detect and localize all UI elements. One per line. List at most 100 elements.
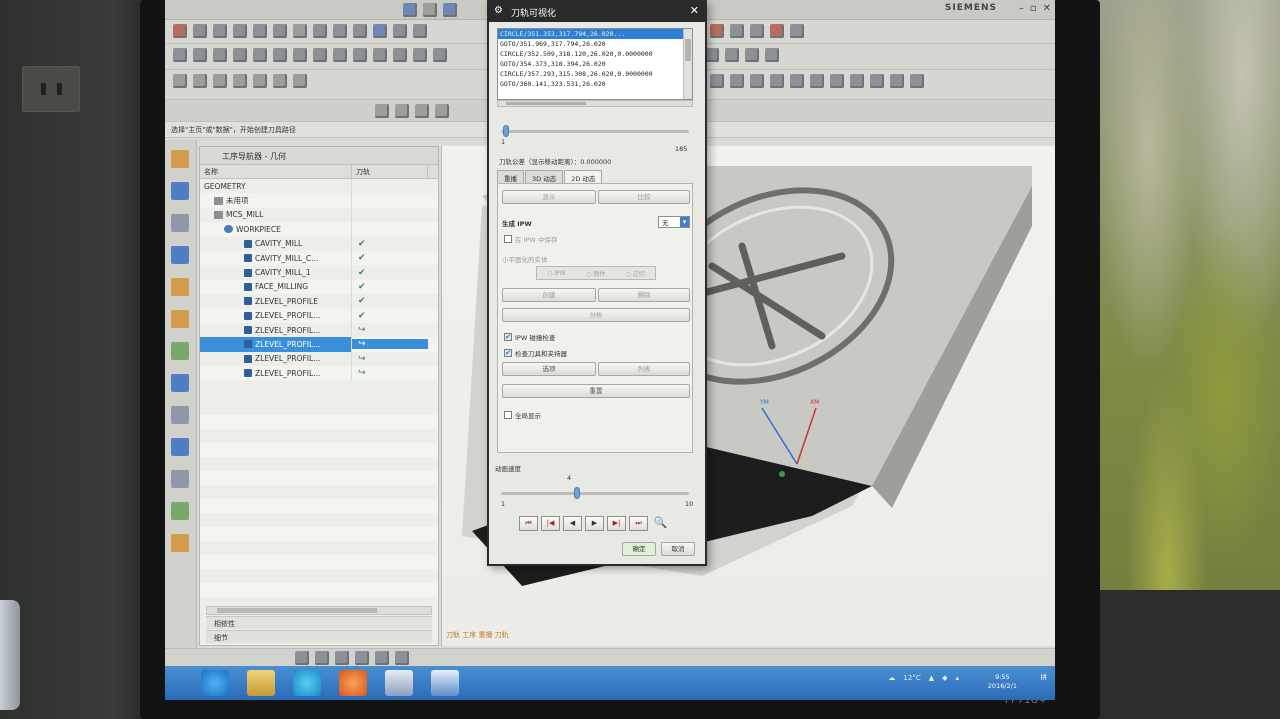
minimize-icon[interactable]: – — [1019, 3, 1024, 14]
shop-doc-icon[interactable] — [433, 48, 447, 62]
reset-button[interactable]: 重置 — [502, 384, 690, 398]
navigator-row[interactable]: CAVITY_MILL_C... ✔ — [200, 250, 438, 266]
process-studio-icon[interactable] — [171, 438, 189, 456]
nx-taskbar-icon[interactable] — [385, 670, 413, 696]
ime-indicator[interactable]: 拼 — [1041, 673, 1048, 682]
measure-icon[interactable] — [790, 24, 804, 38]
advance-checkbox[interactable]: 全局显示 — [504, 410, 541, 420]
display-icon-e[interactable] — [790, 74, 804, 88]
display-icon-a[interactable] — [710, 74, 724, 88]
display-button[interactable]: 显示 — [502, 190, 596, 204]
layout-icon[interactable] — [423, 3, 437, 17]
step-back-icon[interactable]: |◀ — [541, 516, 560, 531]
navigator-row[interactable]: ZLEVEL_PROFILE ✔ — [200, 294, 438, 309]
navigator-row[interactable]: WORKPIECE — [200, 222, 438, 237]
create-program-icon[interactable] — [173, 48, 187, 62]
close-icon[interactable]: ✕ — [1043, 3, 1051, 14]
create-button[interactable]: 创建 — [502, 288, 596, 302]
navigator-row[interactable]: CAVITY_MILL_1 ✔ — [200, 265, 438, 280]
column-toolpath[interactable]: 刀轨 — [352, 165, 428, 178]
display-icon-b[interactable] — [730, 74, 744, 88]
check-tool-checkbox[interactable]: ✔ 检查刀具和夹持器 — [504, 348, 567, 358]
manufacturing-wizard-icon[interactable] — [171, 534, 189, 552]
system-scene-icon[interactable] — [171, 502, 189, 520]
feature-icon-a[interactable] — [705, 48, 719, 62]
assembly-navigator-icon[interactable] — [171, 214, 189, 232]
explorer-icon[interactable] — [247, 670, 275, 696]
roles-icon[interactable] — [171, 470, 189, 488]
window-icon[interactable] — [403, 3, 417, 17]
app-blue-icon[interactable] — [431, 670, 459, 696]
display-icon-f[interactable] — [810, 74, 824, 88]
ipw-collision-box[interactable]: ✔ — [504, 333, 512, 341]
create-operation-icon[interactable] — [253, 48, 267, 62]
navigator-row[interactable]: FACE_MILLING ✔ — [200, 279, 438, 295]
cancel-button[interactable]: 取消 — [661, 542, 695, 556]
speed-slider-thumb[interactable] — [573, 487, 580, 499]
system-material-icon[interactable] — [171, 406, 189, 424]
navigator-row[interactable]: 未用项 — [200, 193, 438, 208]
magnify-icon[interactable]: 🔍 — [651, 516, 670, 531]
view-icon[interactable] — [730, 24, 744, 38]
replay-toolpath-icon[interactable] — [373, 48, 387, 62]
radio-ipw[interactable]: IPW — [547, 270, 565, 277]
feature-icon-d[interactable] — [765, 48, 779, 62]
operation-icon-g[interactable] — [293, 74, 307, 88]
delete-button[interactable]: 删除 — [598, 288, 690, 302]
weather-icon[interactable]: ☁ — [888, 674, 895, 682]
operation-icon-b[interactable] — [193, 74, 207, 88]
paste-icon[interactable] — [333, 24, 347, 38]
radio-gouge[interactable]: 过切 — [626, 269, 645, 278]
ipw-collision-checkbox[interactable]: ✔ IPW 碰撞检查 — [504, 332, 555, 342]
play-icon[interactable]: ▶ — [585, 516, 604, 531]
check-tool-box[interactable]: ✔ — [504, 349, 512, 357]
toolpath-line[interactable]: CIRCLE/351.353,317.794,26.020... — [498, 29, 692, 39]
ok-button[interactable]: 确定 — [622, 542, 656, 556]
save-ipw-box[interactable] — [504, 235, 512, 243]
display-icon-g[interactable] — [830, 74, 844, 88]
navigator-row[interactable]: GEOMETRY — [200, 179, 438, 194]
nx-start-icon[interactable] — [173, 24, 187, 38]
analysis-icon[interactable] — [770, 24, 784, 38]
program-order-icon[interactable] — [273, 48, 287, 62]
web-browser-icon[interactable] — [171, 342, 189, 360]
machine-navigator-icon[interactable] — [171, 246, 189, 264]
toolpath-line[interactable]: GOTO/354.373,318.394,26.020 — [498, 59, 692, 69]
operation-icon-f[interactable] — [273, 74, 287, 88]
hd3d-icon[interactable] — [171, 310, 189, 328]
new-icon[interactable] — [193, 24, 207, 38]
column-name[interactable]: 名称 — [200, 165, 352, 178]
snap-icon[interactable] — [443, 3, 457, 17]
navigator-scrollbar[interactable] — [206, 606, 432, 615]
cut-icon[interactable] — [293, 24, 307, 38]
navigator-icon[interactable] — [171, 150, 189, 168]
listing-vscroll[interactable] — [683, 29, 692, 99]
history-icon[interactable] — [171, 374, 189, 392]
network-icon[interactable]: ▲ — [929, 674, 934, 682]
operation-icon-a[interactable] — [173, 74, 187, 88]
snap-point-a-icon[interactable] — [295, 651, 309, 665]
command-finder-icon[interactable] — [373, 24, 387, 38]
radio-part[interactable]: 制件 — [586, 269, 605, 278]
faceted-solid-radio[interactable]: IPW 制件 过切 — [536, 266, 656, 280]
navigator-row[interactable]: ZLEVEL_PROFIL... ↪ — [200, 337, 438, 352]
navigator-row[interactable]: ZLEVEL_PROFIL... ↪ — [200, 351, 438, 367]
display-icon-c[interactable] — [750, 74, 764, 88]
pick-icon[interactable] — [435, 104, 449, 118]
analyze-button[interactable]: 分析 — [502, 308, 690, 322]
postprocess-icon[interactable] — [413, 48, 427, 62]
snap-point-c-icon[interactable] — [335, 651, 349, 665]
play-reverse-icon[interactable]: ◀ — [563, 516, 582, 531]
toolpath-line[interactable]: GOTO/360.141,323.531,26.020 — [498, 79, 692, 89]
toolpath-line[interactable]: CIRCLE/352.509,318.120,26.020,0.0000000 — [498, 49, 692, 59]
navigator-row[interactable]: CAVITY_MILL ✔ — [200, 236, 438, 251]
snap-point-d-icon[interactable] — [355, 651, 369, 665]
verify-toolpath-icon[interactable] — [393, 48, 407, 62]
help-icon[interactable] — [413, 24, 427, 38]
operation-icon-e[interactable] — [253, 74, 267, 88]
motion-slider-thumb[interactable] — [502, 125, 509, 137]
clock[interactable]: 9:55 2016/2/1 — [988, 673, 1017, 691]
display-icon-j[interactable] — [890, 74, 904, 88]
undo-icon[interactable] — [253, 24, 267, 38]
go-to-start-icon[interactable]: ⏮ — [519, 516, 538, 531]
